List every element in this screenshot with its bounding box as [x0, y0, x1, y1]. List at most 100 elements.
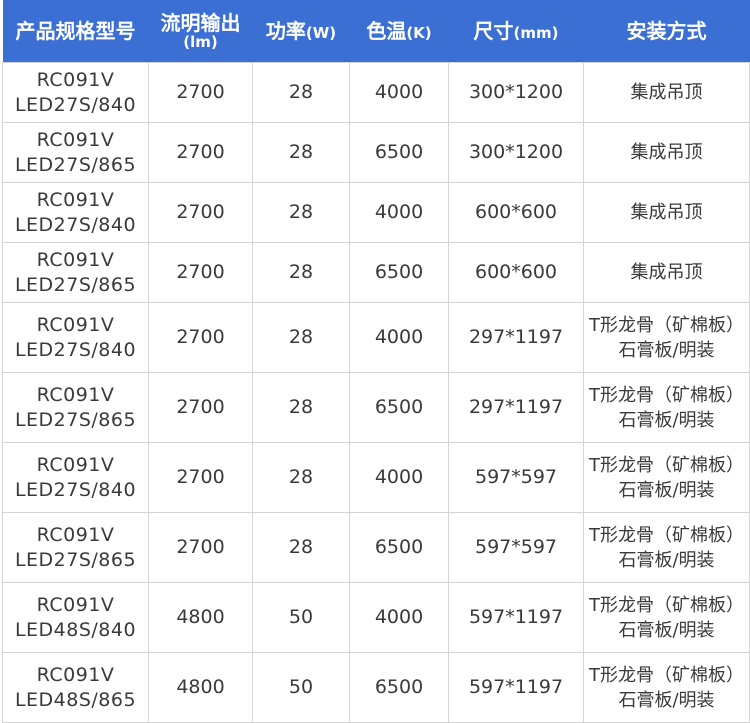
install-line-2: 石膏板/明装 — [618, 479, 715, 501]
model-code: LED48S/840 — [14, 618, 137, 641]
header-power-label: 功率 — [265, 19, 306, 43]
model-cell: RC091V LED27S/865 — [2, 242, 149, 303]
power-cell: 28 — [252, 372, 350, 443]
install-line-1: T形龙骨（矿棉板） — [589, 524, 744, 546]
model-cell: RC091V LED27S/840 — [2, 182, 149, 243]
model-cell: RC091V LED48S/840 — [2, 582, 149, 653]
install-cell: 集成吊顶 — [583, 62, 750, 123]
model-cell: RC091V LED27S/840 — [2, 62, 149, 123]
install-line-1: T形龙骨（矿棉板） — [589, 664, 744, 686]
flux-cell: 2700 — [148, 372, 253, 443]
install-line-1: T形龙骨（矿棉板） — [589, 314, 744, 336]
install-line-1: T形龙骨（矿棉板） — [589, 384, 744, 406]
size-cell: 600*600 — [448, 242, 584, 303]
header-size: 尺寸(mm) — [448, 0, 584, 63]
table-row: RC091V LED48S/840 4800 50 4000 597*1197 T… — [2, 582, 750, 653]
table-row: RC091V LED27S/840 2700 28 4000 300*1200 集… — [2, 62, 750, 123]
header-install-label: 安装方式 — [626, 19, 707, 43]
size-cell: 597*1197 — [448, 652, 584, 723]
cct-cell: 4000 — [349, 582, 449, 653]
size-cell: 300*1200 — [448, 62, 584, 123]
header-flux: 流明输出 (lm) — [148, 0, 253, 63]
model-series: RC091V — [36, 383, 115, 406]
cct-cell: 6500 — [349, 512, 449, 583]
model-code: LED27S/865 — [14, 408, 137, 431]
install-cell: T形龙骨（矿棉板） 石膏板/明装 — [583, 442, 750, 513]
model-series: RC091V — [36, 453, 115, 476]
model-cell: RC091V LED27S/840 — [2, 302, 149, 373]
install-cell: T形龙骨（矿棉板） 石膏板/明装 — [583, 512, 750, 583]
install-line-2: 石膏板/明装 — [618, 549, 715, 571]
header-power: 功率(W) — [252, 0, 350, 63]
size-cell: 597*597 — [448, 512, 584, 583]
flux-cell: 2700 — [148, 302, 253, 373]
model-code: LED27S/840 — [14, 93, 137, 116]
install-cell: T形龙骨（矿棉板） 石膏板/明装 — [583, 372, 750, 443]
table-row: RC091V LED27S/840 2700 28 4000 597*597 T形… — [2, 442, 750, 513]
power-cell: 28 — [252, 62, 350, 123]
cct-cell: 4000 — [349, 442, 449, 513]
install-cell: T形龙骨（矿棉板） 石膏板/明装 — [583, 302, 750, 373]
size-cell: 297*1197 — [448, 302, 584, 373]
model-series: RC091V — [36, 313, 115, 336]
spec-table: 产品规格型号 流明输出 (lm) 功率(W) 色温(K) 尺寸(mm) 安装方式… — [2, 0, 750, 723]
header-cct-unit: (K) — [406, 24, 432, 42]
model-code: LED27S/840 — [14, 213, 137, 236]
model-cell: RC091V LED27S/865 — [2, 512, 149, 583]
header-model-label: 产品规格型号 — [15, 19, 136, 43]
power-cell: 28 — [252, 302, 350, 373]
flux-cell: 2700 — [148, 62, 253, 123]
header-size-label: 尺寸 — [473, 19, 514, 43]
size-cell: 297*1197 — [448, 372, 584, 443]
model-series: RC091V — [36, 128, 115, 151]
power-cell: 28 — [252, 442, 350, 513]
header-flux-unit: (lm) — [183, 32, 218, 51]
flux-cell: 2700 — [148, 242, 253, 303]
power-cell: 28 — [252, 122, 350, 183]
table-row: RC091V LED27S/865 2700 28 6500 300*1200 集… — [2, 122, 750, 183]
cct-cell: 4000 — [349, 62, 449, 123]
install-line-2: 石膏板/明装 — [618, 339, 715, 361]
install-line-1: T形龙骨（矿棉板） — [589, 594, 744, 616]
header-power-unit: (W) — [305, 24, 337, 42]
power-cell: 28 — [252, 512, 350, 583]
install-line-2: 石膏板/明装 — [618, 409, 715, 431]
model-code: LED27S/865 — [14, 273, 137, 296]
install-line-1: 集成吊顶 — [630, 142, 703, 163]
table-row: RC091V LED48S/865 4800 50 6500 597*1197 T… — [2, 652, 750, 723]
cct-cell: 4000 — [349, 182, 449, 243]
install-line-2: 石膏板/明装 — [618, 689, 715, 711]
model-cell: RC091V LED27S/865 — [2, 372, 149, 443]
flux-cell: 2700 — [148, 182, 253, 243]
cct-cell: 6500 — [349, 372, 449, 443]
model-series: RC091V — [36, 188, 115, 211]
model-cell: RC091V LED27S/840 — [2, 442, 149, 513]
table-row: RC091V LED27S/840 2700 28 4000 600*600 集成… — [2, 182, 750, 243]
table-row: RC091V LED27S/840 2700 28 4000 297*1197 T… — [2, 302, 750, 373]
model-cell: RC091V LED27S/865 — [2, 122, 149, 183]
power-cell: 50 — [252, 652, 350, 723]
install-cell: 集成吊顶 — [583, 182, 750, 243]
cct-cell: 6500 — [349, 122, 449, 183]
model-series: RC091V — [36, 248, 115, 271]
cct-cell: 6500 — [349, 242, 449, 303]
size-cell: 597*597 — [448, 442, 584, 513]
cct-cell: 4000 — [349, 302, 449, 373]
header-cct: 色温(K) — [349, 0, 449, 63]
install-cell: 集成吊顶 — [583, 122, 750, 183]
header-row: 产品规格型号 流明输出 (lm) 功率(W) 色温(K) 尺寸(mm) 安装方式 — [2, 0, 750, 63]
power-cell: 28 — [252, 182, 350, 243]
table-row: RC091V LED27S/865 2700 28 6500 297*1197 T… — [2, 372, 750, 443]
install-cell: 集成吊顶 — [583, 242, 750, 303]
model-code: LED27S/840 — [14, 338, 137, 361]
size-cell: 300*1200 — [448, 122, 584, 183]
install-cell: T形龙骨（矿棉板） 石膏板/明装 — [583, 652, 750, 723]
model-code: LED48S/865 — [14, 688, 137, 711]
power-cell: 50 — [252, 582, 350, 653]
header-model: 产品规格型号 — [2, 0, 149, 63]
flux-cell: 4800 — [148, 582, 253, 653]
model-series: RC091V — [36, 523, 115, 546]
model-cell: RC091V LED48S/865 — [2, 652, 149, 723]
header-size-unit: (mm) — [513, 24, 559, 42]
header-cct-label: 色温 — [366, 19, 407, 43]
